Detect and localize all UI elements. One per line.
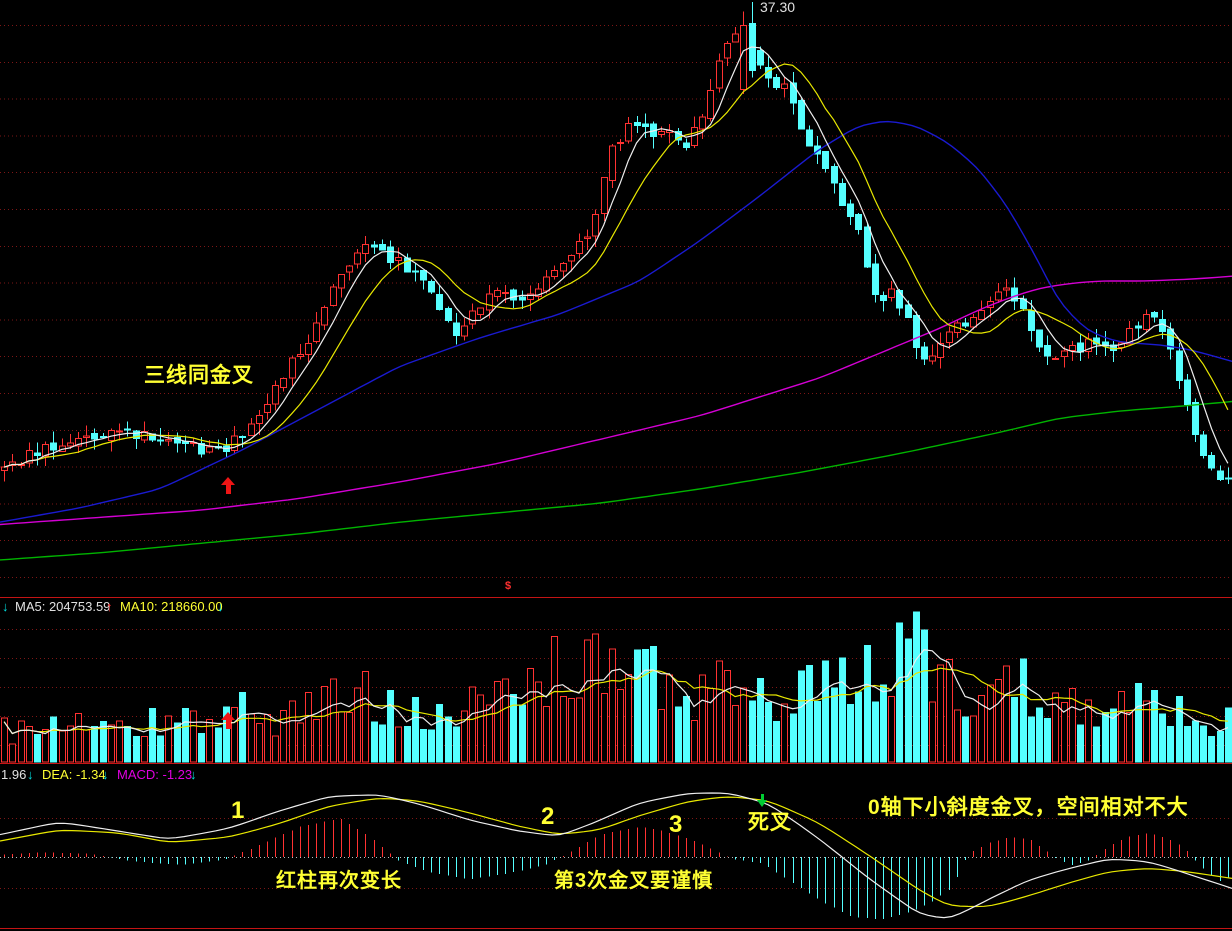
macd-dif-arrow-icon: ↓ xyxy=(27,768,34,781)
macd-arrow-icon: ↓ xyxy=(190,768,197,781)
macd-annotation-right: 0轴下小斜度金叉，空间相对不大 xyxy=(868,797,1189,818)
macd-value-label: MACD: -1.23 xyxy=(117,768,192,781)
macd-dea-arrow-icon: ↓ xyxy=(102,768,109,781)
cross-label-3: 3 xyxy=(669,813,682,837)
death-cross-label: 死叉 xyxy=(748,812,792,833)
event-marker: $ xyxy=(505,581,511,592)
stock-chart-window: 37.30 三线同金叉 $ ↓ MA5: 204753.59 ↑ MA10: 2… xyxy=(0,0,1232,931)
cross-label-1: 1 xyxy=(231,799,244,823)
death-cross-arrow-icon xyxy=(757,794,767,807)
golden-cross-annotation: 三线同金叉 xyxy=(144,365,254,386)
volume-ma5-label: MA5: 204753.59 xyxy=(15,600,110,613)
peak-price-label: 37.30 xyxy=(760,0,795,14)
macd-dif-value: 1.96 xyxy=(1,768,26,781)
macd-annotation-mid: 第3次金叉要谨慎 xyxy=(554,871,713,891)
cross-label-2: 2 xyxy=(541,805,554,829)
buy-signal-arrow-icon xyxy=(221,477,235,494)
volume-down-arrow-icon: ↓ xyxy=(2,600,9,613)
volume-ma10-label: MA10: 218660.00 xyxy=(120,600,223,613)
price-ma-layer xyxy=(4,47,1228,467)
chart-canvas[interactable] xyxy=(0,0,1232,931)
candlestick-layer xyxy=(2,2,1232,484)
macd-dea-label: DEA: -1.34 xyxy=(42,768,106,781)
volume-up-arrow-icon: ↑ xyxy=(106,600,113,613)
volume-down-arrow2-icon: ↓ xyxy=(217,600,224,613)
volume-signal-arrow-icon xyxy=(221,712,235,729)
macd-annotation-left: 红柱再次变长 xyxy=(276,871,402,891)
